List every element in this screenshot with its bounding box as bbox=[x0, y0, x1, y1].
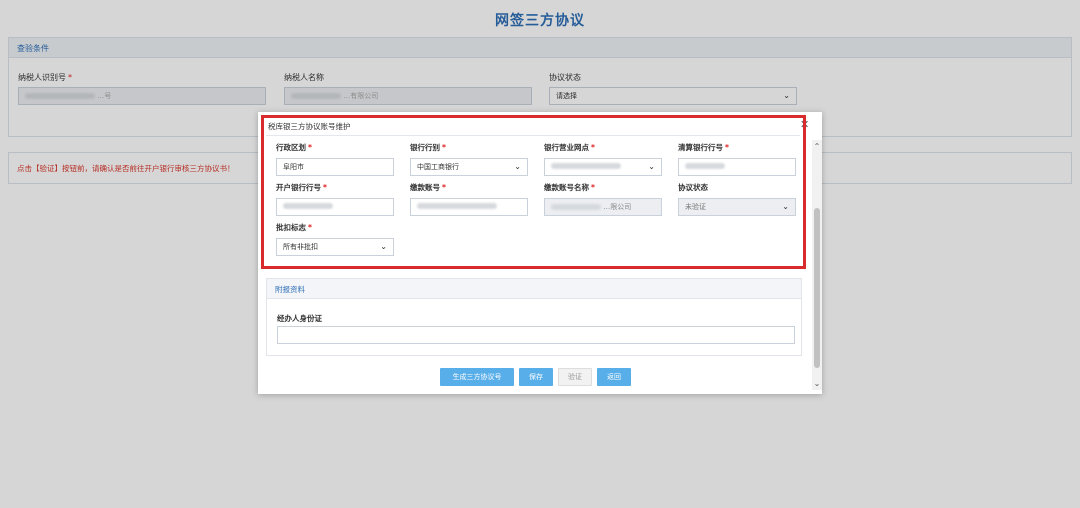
modal-scrollbar[interactable]: ⌃ ⌄ bbox=[812, 140, 822, 390]
back-button[interactable]: 返回 bbox=[597, 368, 631, 386]
id-card-input[interactable] bbox=[277, 326, 795, 344]
save-button[interactable]: 保存 bbox=[519, 368, 553, 386]
chevron-up-icon[interactable]: ⌃ bbox=[812, 142, 822, 151]
attachments-title: 附报资料 bbox=[267, 279, 801, 299]
id-card-label: 经办人身份证 bbox=[277, 314, 322, 323]
attachments-panel: 附报资料 经办人身份证 bbox=[266, 278, 802, 356]
verify-button: 验证 bbox=[558, 368, 592, 386]
generate-agreement-button[interactable]: 生成三方协议号 bbox=[440, 368, 514, 386]
highlight-box bbox=[261, 115, 806, 269]
scroll-thumb[interactable] bbox=[814, 208, 820, 368]
chevron-down-icon[interactable]: ⌄ bbox=[812, 379, 822, 388]
